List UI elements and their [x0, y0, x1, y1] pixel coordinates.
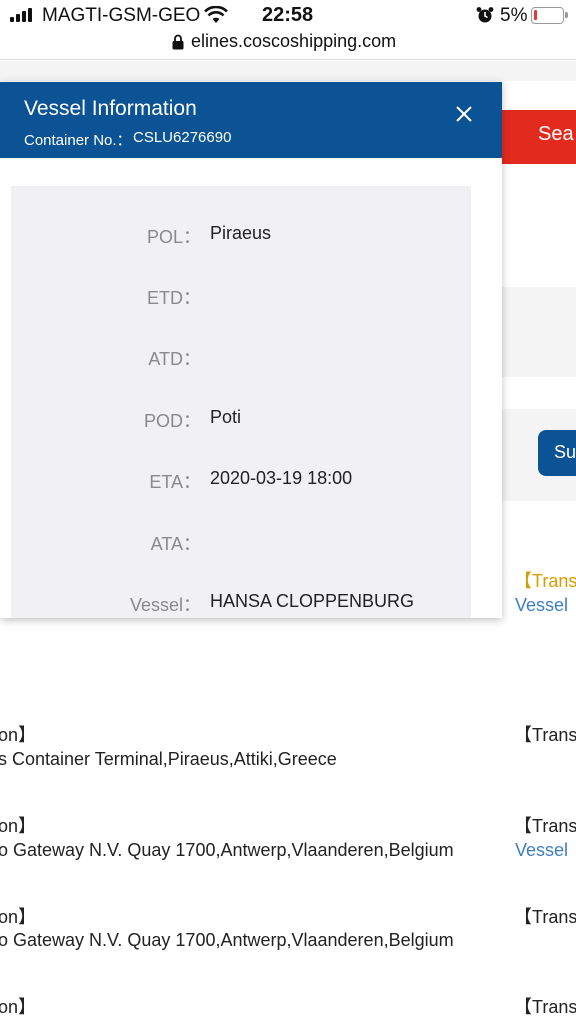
route-location: o Gateway N.V. Quay 1700,Antwerp,Vlaande… — [0, 930, 454, 950]
transport-label: 【Transp — [514, 816, 576, 836]
search-button[interactable]: Sea — [500, 110, 576, 164]
container-number: CSLU6276690 — [133, 129, 232, 146]
signal-icon — [10, 8, 34, 22]
status-bar: MAGTI-GSM-GEO 22:58 5% — [0, 0, 576, 30]
url-bar[interactable]: elines.coscoshipping.com — [0, 28, 576, 60]
battery-percent: 5% — [500, 5, 528, 26]
alarm-icon — [476, 7, 494, 23]
modal-body: POL： Piraeus ETD： ATD： POD： Poti ETA： 20… — [11, 186, 471, 618]
top-band — [0, 61, 576, 81]
row-value: Poti — [210, 407, 242, 427]
route-heading: on】 — [0, 997, 37, 1017]
vessel-link[interactable]: Vessel — [515, 840, 568, 861]
route-location: s Container Terminal,Piraeus,Attiki,Gree… — [0, 749, 337, 769]
vessel-link[interactable]: Vessel — [515, 595, 568, 616]
vessel-info-modal: Vessel Information Container No.： CSLU62… — [0, 82, 502, 618]
close-icon[interactable] — [454, 104, 474, 124]
container-label: Container No.： — [24, 132, 132, 149]
row-label: ETD： — [147, 288, 201, 308]
info-row-atd: ATD： — [11, 345, 471, 375]
submit-button[interactable]: Su — [538, 430, 576, 476]
info-row-pod: POD： Poti — [11, 407, 471, 437]
route-heading: on】 — [0, 725, 37, 745]
row-label: ATA： — [150, 534, 201, 554]
carrier-name: MAGTI-GSM-GEO — [42, 5, 201, 26]
modal-title: Vessel Information — [24, 97, 197, 120]
url-text[interactable]: elines.coscoshipping.com — [191, 31, 396, 52]
wifi-icon — [204, 6, 228, 23]
row-value: 2020-03-19 18:00 — [210, 468, 353, 488]
row-value: HANSA CLOPPENBURG — [210, 591, 415, 611]
info-row-eta: ETA： 2020-03-19 18:00 — [11, 468, 471, 498]
lock-icon — [172, 34, 184, 50]
route-heading: on】 — [0, 907, 37, 927]
route-location: o Gateway N.V. Quay 1700,Antwerp,Vlaande… — [0, 840, 454, 860]
clock: 22:58 — [262, 4, 314, 26]
row-label: ATD： — [148, 349, 201, 369]
row-label: POD： — [143, 411, 201, 431]
transport-label: 【Transp — [514, 997, 576, 1017]
info-row-pol: POL： Piraeus — [11, 223, 471, 253]
screen: MAGTI-GSM-GEO 22:58 5% elines.coscoshipp… — [0, 0, 576, 1024]
info-row-ata: ATA： — [11, 530, 471, 560]
row-label: POL： — [146, 227, 201, 247]
transport-label: 【Transp — [514, 571, 576, 591]
row-label: Vessel： — [129, 595, 201, 615]
transport-label: 【Transp — [514, 907, 576, 927]
info-row-etd: ETD： — [11, 284, 471, 314]
route-heading: on】 — [0, 816, 37, 836]
modal-header: Vessel Information Container No.： CSLU62… — [0, 82, 502, 158]
row-label: ETA： — [149, 472, 201, 492]
battery-icon — [531, 7, 568, 24]
row-value: Piraeus — [210, 223, 272, 243]
transport-label: 【Transp — [514, 725, 576, 745]
info-row-vessel: Vessel： HANSA CLOPPENBURG — [11, 591, 471, 618]
battery-level — [534, 10, 537, 20]
